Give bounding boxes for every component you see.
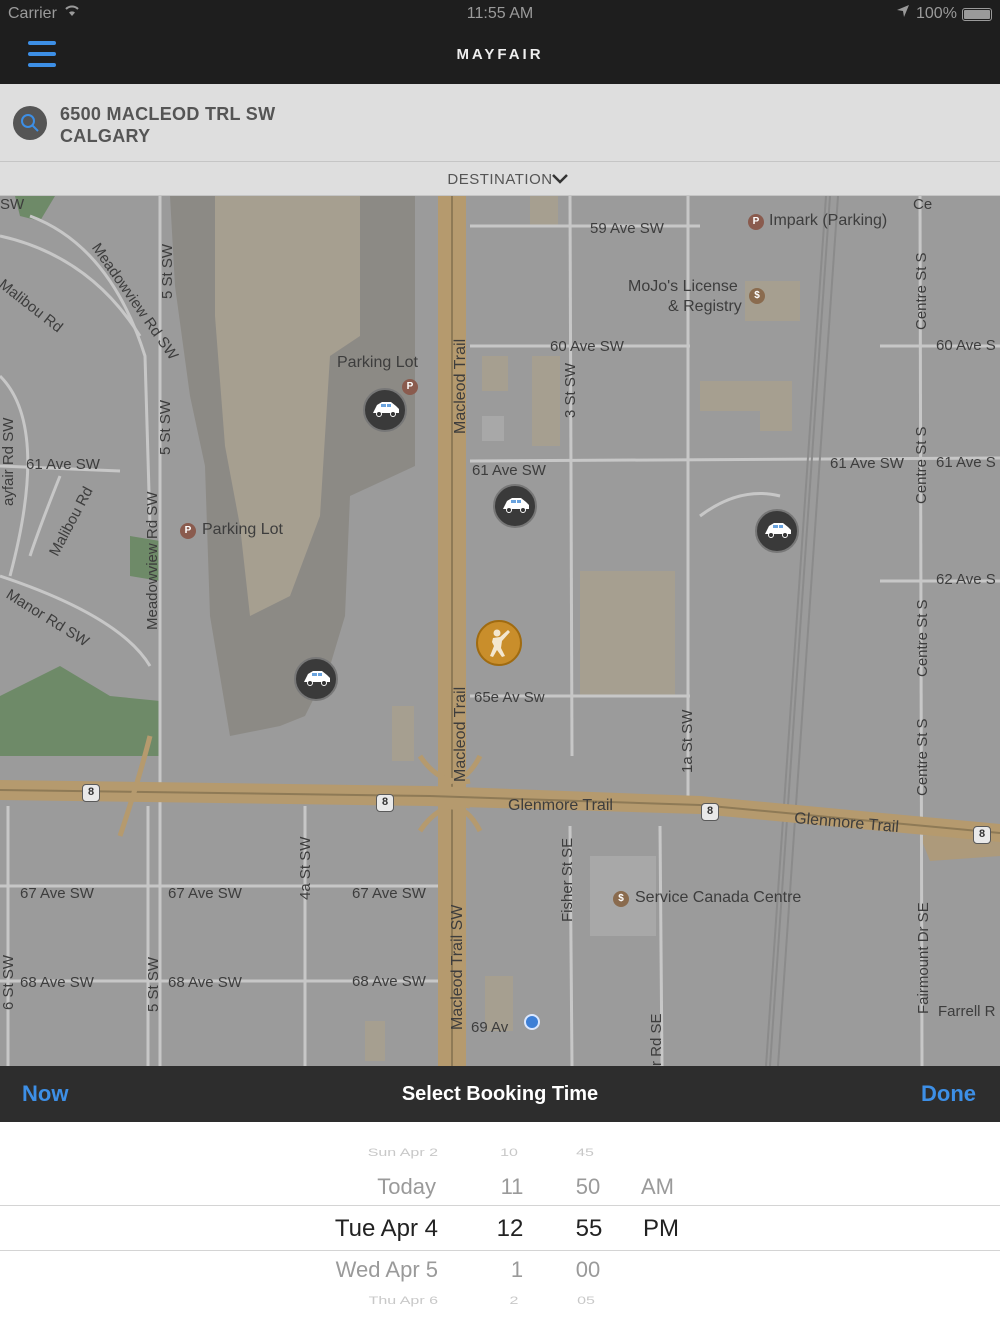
poi-label: Service Canada Centre	[635, 889, 802, 906]
street-label: 4a St SW	[297, 836, 314, 900]
poi-label: Impark (Parking)	[769, 212, 888, 229]
poi-label: Parking Lot	[337, 354, 418, 371]
picker-date-option[interactable]: Thu Apr 6	[369, 1295, 438, 1308]
picker-period-selected[interactable]: PM	[643, 1215, 679, 1243]
highway-8-shield-icon: 8	[973, 826, 991, 844]
picker-title: Select Booking Time	[401, 1083, 599, 1105]
pickup-address-bar[interactable]: 6500 MACLEOD TRL SW CALGARY	[0, 84, 1000, 162]
car-marker-icon[interactable]	[363, 388, 407, 432]
street-label: 61 Ave S	[936, 454, 996, 471]
picker-hour-option[interactable]: 10	[484, 1147, 534, 1160]
street-label: 68 Ave SW	[168, 974, 242, 991]
street-label: SW	[0, 196, 25, 213]
mayfair-logo: MAYFAIR	[456, 46, 544, 63]
battery-icon	[962, 8, 992, 21]
passenger-pickup-icon[interactable]	[476, 620, 522, 666]
street-label: 68 Ave SW	[352, 973, 426, 990]
street-label: 67 Ave SW	[168, 885, 242, 902]
picker-minute-option[interactable]: 00	[563, 1257, 613, 1283]
picker-hour-option[interactable]: 2	[489, 1295, 539, 1308]
highway-8-shield-icon: 8	[376, 794, 394, 812]
street-label: Fairmount Dr SE	[915, 902, 932, 1014]
poi-label: MoJo's License	[628, 278, 738, 295]
street-label: 67 Ave SW	[20, 885, 94, 902]
street-label: Ce	[913, 196, 933, 213]
car-marker-icon[interactable]	[755, 509, 799, 553]
picker-minute-option[interactable]: 45	[560, 1147, 610, 1160]
street-label: 60 Ave SW	[550, 338, 624, 355]
address-line-1: 6500 MACLEOD TRL SW	[60, 104, 276, 124]
highway-label: Macleod Trail SW	[449, 904, 466, 1030]
street-label: 67 Ave SW	[352, 885, 426, 902]
street-label: Centre St S	[913, 252, 930, 330]
current-location-icon	[524, 1014, 540, 1030]
destination-dropdown[interactable]: DESTINATION	[0, 162, 1000, 196]
picker-period-option[interactable]: AM	[641, 1174, 674, 1200]
street-label: 5 St SW	[145, 956, 162, 1012]
picker-hour-option[interactable]: 1	[492, 1257, 542, 1283]
car-marker-icon[interactable]	[493, 484, 537, 528]
street-label: 62 Ave S	[936, 571, 996, 588]
street-label: 61 Ave SW	[472, 462, 546, 479]
street-label: 1a St SW	[679, 709, 696, 773]
street-label: ayfair Rd SW	[0, 417, 17, 506]
selection-divider	[0, 1205, 1000, 1206]
street-label: 65e Av Sw	[474, 689, 545, 706]
street-label: 59 Ave SW	[590, 220, 664, 237]
clock: 11:55 AM	[466, 5, 534, 22]
picker-minute-selected[interactable]: 55	[564, 1215, 614, 1243]
street-label: 5 St SW	[159, 243, 176, 299]
selection-divider	[0, 1250, 1000, 1251]
destination-label: DESTINATION	[447, 171, 553, 188]
street-label: 6 St SW	[0, 954, 17, 1010]
street-label: Meadowview Rd SW	[144, 491, 161, 630]
street-label: Centre St S	[914, 718, 931, 796]
street-label: 61 Ave SW	[830, 455, 904, 472]
picker-date-selected[interactable]: Tue Apr 4	[335, 1215, 438, 1243]
street-label: Centre St S	[914, 599, 931, 677]
car-marker-icon[interactable]	[294, 657, 338, 701]
location-arrow-icon	[896, 4, 910, 21]
street-label: 3 St SW	[562, 362, 579, 418]
picker-date-option[interactable]: Sun Apr 2	[368, 1147, 438, 1160]
street-label: 5 St SW	[157, 399, 174, 455]
parking-poi-icon: P	[180, 523, 196, 539]
registry-poi-icon: $	[749, 288, 765, 304]
street-label: 68 Ave SW	[20, 974, 94, 991]
highway-label: Glenmore Trail	[508, 797, 613, 814]
poi-label: & Registry	[668, 298, 742, 315]
highway-8-shield-icon: 8	[82, 784, 100, 802]
booking-time-picker[interactable]: Sun Apr 2 Today Tue Apr 4 Wed Apr 5 Thu …	[0, 1122, 1000, 1334]
street-label: Centre St S	[913, 426, 930, 504]
picker-toolbar: Now Select Booking Time Done	[0, 1066, 1000, 1122]
street-label: Fisher St SE	[559, 837, 576, 922]
street-label: 60 Ave S	[936, 337, 996, 354]
status-bar: Carrier 11:55 AM 100%	[0, 0, 1000, 28]
battery-percent: 100%	[916, 5, 957, 22]
parking-poi-icon: P	[402, 379, 418, 395]
highway-8-shield-icon: 8	[701, 803, 719, 821]
picker-date-option[interactable]: Wed Apr 5	[336, 1257, 438, 1283]
picker-date-option[interactable]: Today	[377, 1174, 436, 1200]
government-poi-icon: $	[613, 891, 629, 907]
street-label: 61 Ave SW	[26, 456, 100, 473]
nav-bar: MAYFAIR	[0, 28, 1000, 84]
picker-minute-option[interactable]: 05	[561, 1295, 611, 1308]
highway-label: Macleod Trail	[452, 686, 469, 782]
highway-label: Macleod Trail	[452, 338, 469, 434]
street-label: r Rd SE	[648, 1013, 665, 1066]
pickup-address[interactable]: 6500 MACLEOD TRL SW CALGARY	[60, 103, 275, 147]
search-icon[interactable]	[13, 106, 47, 140]
poi-label: Parking Lot	[202, 521, 283, 538]
chevron-down-icon	[552, 174, 568, 184]
picker-hour-selected[interactable]: 12	[485, 1215, 535, 1243]
picker-hour-option[interactable]: 11	[487, 1174, 537, 1200]
done-button[interactable]: Done	[921, 1081, 976, 1107]
street-label: Farrell R	[938, 1003, 996, 1020]
picker-minute-option[interactable]: 50	[563, 1174, 613, 1200]
street-label: 69 Av	[471, 1019, 509, 1036]
address-line-2: CALGARY	[60, 126, 151, 146]
parking-poi-icon: P	[748, 214, 764, 230]
map-view[interactable]: 59 Ave SW P Impark (Parking) MoJo's Lice…	[0, 196, 1000, 1066]
